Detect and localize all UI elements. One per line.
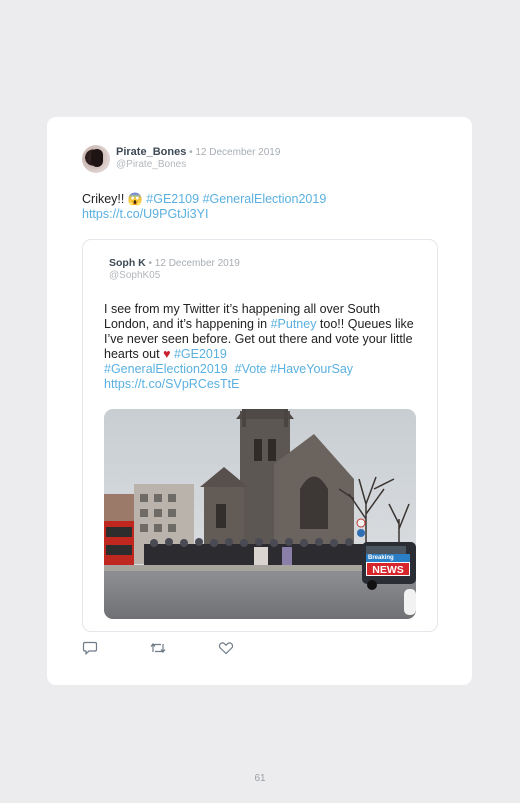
tweet-url-link[interactable]: https://t.co/U9PGtJi3YI [82, 207, 208, 221]
hashtag-link[interactable]: #GE2019 [171, 347, 227, 361]
red-heart-emoji: ♥ [163, 347, 171, 361]
quoted-author-handle[interactable]: @SophK05 [109, 270, 160, 281]
author-handle[interactable]: @Pirate_Bones [116, 159, 186, 170]
hashtag-link[interactable]: #Vote [235, 362, 267, 376]
retweet-button[interactable] [149, 641, 166, 655]
quoted-tweet[interactable]: Soph K • 12 December 2019 @SophK05 I see… [82, 239, 438, 632]
quoted-url-link[interactable]: https://t.co/SVpRCesTtE [104, 377, 239, 391]
author-name[interactable]: Pirate_Bones [116, 146, 186, 158]
hashtag-link[interactable]: #GeneralElection2019 [199, 192, 327, 206]
retweet-icon [150, 643, 166, 653]
avatar[interactable] [82, 145, 110, 173]
hashtag-link[interactable]: #HaveYourSay [270, 362, 353, 376]
quoted-author-name[interactable]: Soph K [109, 257, 146, 269]
scream-emoji: 😱 [127, 192, 143, 206]
church-queue-photo [104, 409, 416, 619]
tweet-date[interactable]: • 12 December 2019 [186, 147, 280, 158]
reply-icon [82, 641, 98, 656]
hashtag-link[interactable]: #GeneralElection2019 [104, 362, 228, 376]
news-badge-top: Breaking [366, 554, 410, 562]
author-name-row: Pirate_Bones • 12 December 2019 [116, 146, 280, 158]
page-number: 61 [254, 773, 266, 784]
like-button[interactable] [218, 641, 234, 655]
tweet-photo[interactable]: Breaking NEWS [104, 409, 416, 619]
news-badge: Breaking NEWS [366, 554, 410, 576]
tweet-card: Pirate_Bones • 12 December 2019 @Pirate_… [47, 117, 472, 685]
hashtag-link[interactable]: #GE2109 [143, 192, 199, 206]
quoted-author-row: Soph K • 12 December 2019 [109, 257, 240, 269]
hashtag-link[interactable]: #Putney [271, 317, 317, 331]
quoted-tweet-date[interactable]: • 12 December 2019 [146, 258, 240, 269]
reply-button[interactable] [82, 641, 98, 656]
news-badge-label: NEWS [366, 562, 410, 576]
quoted-tweet-text: I see from my Twitter it’s happening all… [104, 302, 424, 392]
heart-icon [218, 642, 234, 655]
tweet-text: Crikey!! 😱 #GE2109 #GeneralElection2019 … [82, 192, 412, 222]
tweet-text-plain: Crikey!! [82, 192, 128, 206]
